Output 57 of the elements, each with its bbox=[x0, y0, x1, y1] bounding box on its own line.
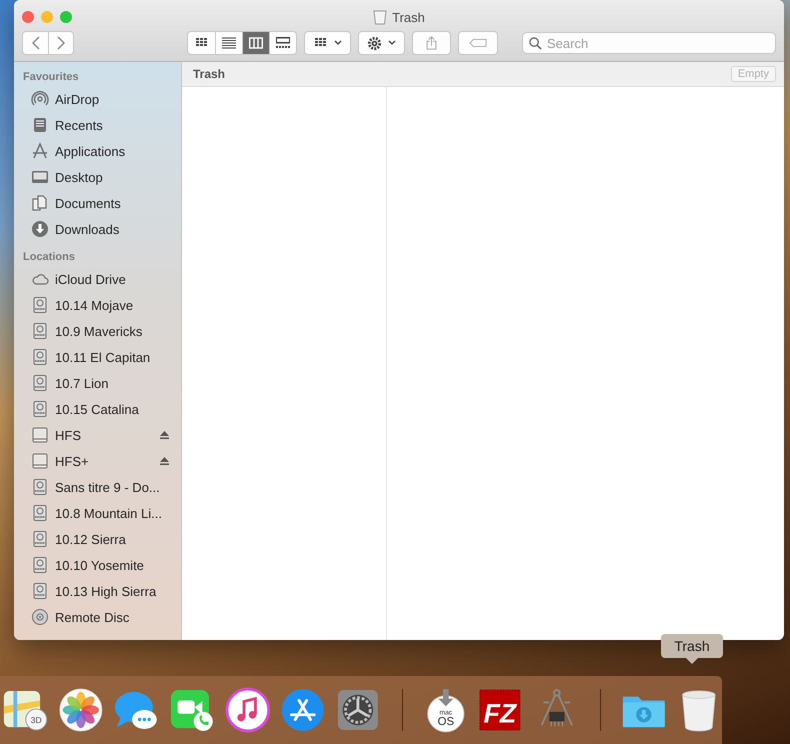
recents-icon bbox=[31, 116, 49, 134]
sidebar-item[interactable]: 10.14 Mojave bbox=[14, 292, 181, 318]
sidebar-item[interactable]: Documents bbox=[14, 190, 181, 216]
share-icon bbox=[426, 36, 437, 50]
trash-icon bbox=[373, 9, 388, 25]
sidebar-item[interactable]: Desktop bbox=[14, 164, 181, 190]
tooltip-pointer-icon bbox=[686, 658, 698, 664]
sidebar-item[interactable]: 10.10 Yosemite bbox=[14, 552, 181, 578]
music-note-icon[interactable] bbox=[224, 687, 270, 733]
search-field[interactable]: Search bbox=[522, 32, 776, 54]
app-store-icon[interactable] bbox=[280, 687, 326, 733]
sidebar-item[interactable]: 10.7 Lion bbox=[14, 370, 181, 396]
sidebar-item[interactable]: Remote Disc bbox=[14, 604, 181, 630]
sidebar-item[interactable]: 10.13 High Sierra bbox=[14, 578, 181, 604]
section-header: Favourites bbox=[22, 70, 80, 85]
airdrop-icon bbox=[31, 90, 49, 108]
sidebar-item[interactable]: Sans titre 9 - Do... bbox=[14, 474, 181, 500]
sidebar-item[interactable]: AirDrop bbox=[14, 86, 181, 112]
sidebar-item[interactable]: HFS+ bbox=[14, 448, 181, 474]
gear-icon bbox=[367, 36, 382, 50]
external-icon bbox=[31, 452, 49, 470]
sidebar-item[interactable]: 10.11 El Capitan bbox=[14, 344, 181, 370]
icons-view-icon bbox=[194, 37, 208, 49]
downloads-icon bbox=[31, 220, 49, 238]
sidebar-item[interactable]: 10.9 Mavericks bbox=[14, 318, 181, 344]
eject-icon[interactable] bbox=[160, 457, 169, 465]
caret-icon bbox=[334, 40, 342, 46]
sidebar-item[interactable]: Recents bbox=[14, 112, 181, 138]
section-header: Locations bbox=[22, 250, 76, 265]
desktop-icon bbox=[31, 168, 49, 186]
chevron-left-icon bbox=[32, 36, 40, 50]
disc-icon bbox=[31, 608, 49, 626]
gallery-view-icon bbox=[276, 37, 290, 49]
applications-icon bbox=[31, 142, 49, 160]
caret-icon bbox=[388, 40, 396, 46]
eject-icon[interactable] bbox=[160, 431, 169, 439]
documents-icon bbox=[31, 194, 49, 212]
sidebar-item[interactable]: Applications bbox=[14, 138, 181, 164]
sidebar-item[interactable]: Downloads bbox=[14, 216, 181, 242]
folder-title: Trash bbox=[193, 67, 226, 81]
sidebar-item[interactable]: 10.15 Catalina bbox=[14, 396, 181, 422]
sidebar-item[interactable]: iCloud Drive bbox=[14, 266, 181, 292]
columns-view-icon bbox=[249, 37, 263, 49]
sidebar-item[interactable]: 10.12 Sierra bbox=[14, 526, 181, 552]
tag-icon bbox=[469, 36, 487, 50]
window-title: Trash bbox=[392, 10, 425, 24]
list-view-icon bbox=[222, 37, 236, 49]
columns-view-button[interactable] bbox=[242, 32, 269, 54]
video-camera-icon[interactable] bbox=[169, 687, 215, 733]
external-icon bbox=[31, 426, 49, 444]
sidebar-item[interactable]: 10.8 Mountain Li... bbox=[14, 500, 181, 526]
flower-icon[interactable] bbox=[58, 687, 104, 733]
group-button[interactable] bbox=[304, 31, 351, 55]
action-button[interactable] bbox=[358, 31, 405, 55]
chevron-right-icon bbox=[57, 36, 65, 50]
search-icon bbox=[529, 37, 542, 50]
sidebar-item[interactable]: HFS bbox=[14, 422, 181, 448]
